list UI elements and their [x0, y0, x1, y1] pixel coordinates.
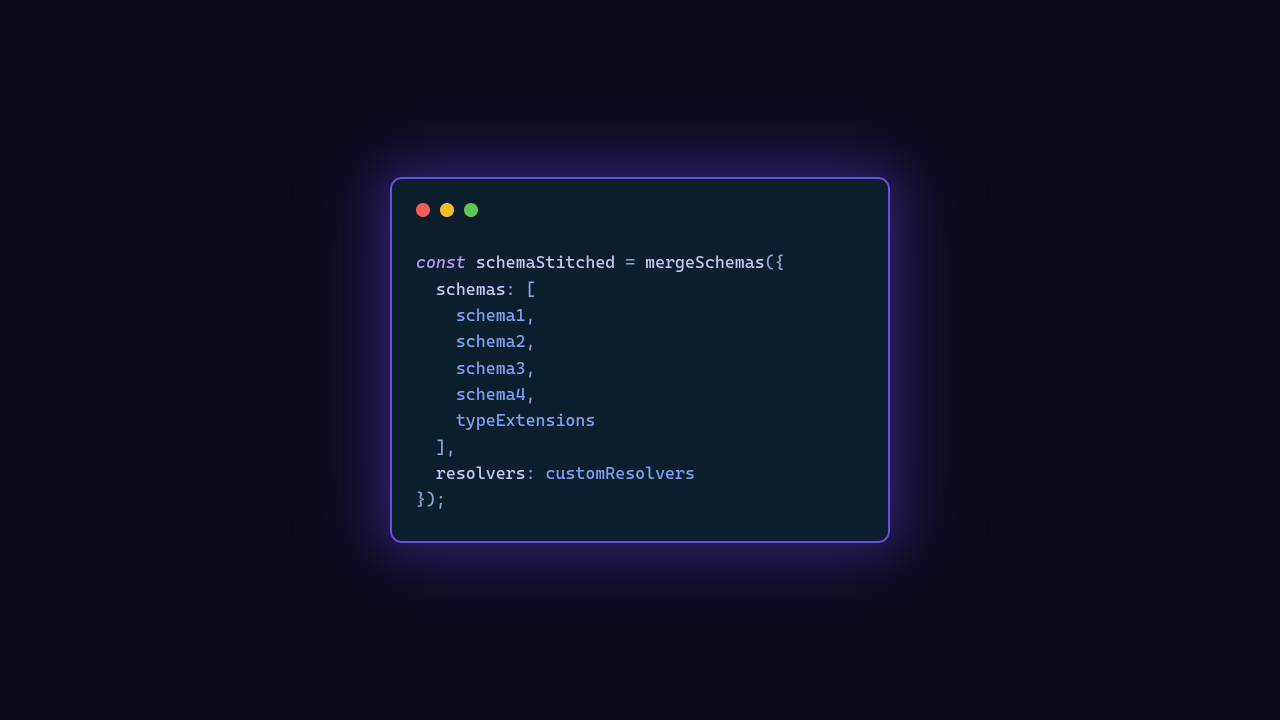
equals: =	[615, 252, 645, 272]
schema-item: schema3	[456, 358, 526, 378]
code-window: const schemaStitched = mergeSchemas({ sc…	[390, 177, 890, 542]
comma: ,	[446, 437, 456, 457]
schema-item: schema4	[456, 384, 526, 404]
colon: :	[526, 463, 546, 483]
schema-item: typeExtensions	[456, 410, 595, 430]
bracket-close: ]	[436, 437, 446, 457]
bracket-open: [	[526, 279, 536, 299]
resolvers-value: customResolvers	[546, 463, 695, 483]
schema-item: schema1	[456, 305, 526, 325]
code-block: const schemaStitched = mergeSchemas({ sc…	[416, 249, 864, 512]
keyword-const: const	[416, 252, 466, 272]
comma: ,	[526, 305, 536, 325]
minimize-icon[interactable]	[440, 203, 454, 217]
maximize-icon[interactable]	[464, 203, 478, 217]
open-paren-brace: ({	[765, 252, 785, 272]
comma: ,	[526, 358, 536, 378]
traffic-lights	[416, 199, 864, 217]
prop-resolvers: resolvers	[436, 463, 526, 483]
comma: ,	[526, 384, 536, 404]
close-brace-paren: });	[416, 489, 446, 509]
prop-schemas: schemas	[436, 279, 506, 299]
schema-item: schema2	[456, 331, 526, 351]
colon: :	[506, 279, 526, 299]
function-name: mergeSchemas	[645, 252, 765, 272]
close-icon[interactable]	[416, 203, 430, 217]
variable-name: schemaStitched	[476, 252, 615, 272]
comma: ,	[526, 331, 536, 351]
